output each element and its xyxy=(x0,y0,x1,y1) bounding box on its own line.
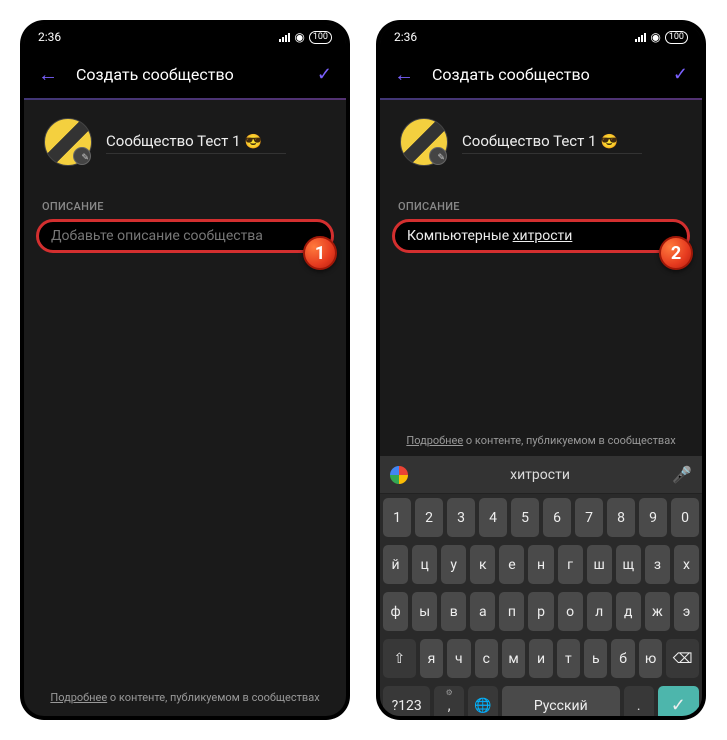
key-м[interactable]: м xyxy=(502,639,525,678)
callout-badge-2: 2 xyxy=(659,236,693,270)
edit-avatar-icon[interactable]: ✎ xyxy=(81,153,89,163)
footer-link[interactable]: Подробнее о контенте, публикуемом в сооб… xyxy=(24,685,346,710)
key-⌫[interactable]: ⌫ xyxy=(666,639,699,678)
key-т[interactable]: т xyxy=(557,639,580,678)
key-щ[interactable]: щ xyxy=(616,545,641,584)
clock: 2:36 xyxy=(38,30,61,44)
key-3[interactable]: 3 xyxy=(447,498,475,537)
key-8[interactable]: 8 xyxy=(607,498,635,537)
key-ж[interactable]: ж xyxy=(645,592,670,631)
key-е[interactable]: е xyxy=(499,545,524,584)
description-input[interactable]: Добавьте описание сообщества 1 xyxy=(36,219,334,253)
key-з[interactable]: з xyxy=(645,545,670,584)
key-й[interactable]: й xyxy=(383,545,408,584)
key-2[interactable]: 2 xyxy=(415,498,443,537)
community-name-input[interactable]: Сообщество Тест 1 xyxy=(106,132,241,150)
battery-icon: 100 xyxy=(665,31,688,44)
community-name-input[interactable]: Сообщество Тест 1 xyxy=(462,132,597,150)
key-ш[interactable]: ш xyxy=(587,545,612,584)
key-ы[interactable]: ы xyxy=(412,592,437,631)
description-input[interactable]: Компьютерные хитрости 2 xyxy=(392,219,690,253)
key-ч[interactable]: ч xyxy=(447,639,470,678)
key-г[interactable]: г xyxy=(558,545,583,584)
key-л[interactable]: л xyxy=(587,592,612,631)
suggestion[interactable]: хитрости xyxy=(418,467,662,483)
avatar[interactable]: ✎ xyxy=(44,118,92,166)
back-button[interactable]: ← xyxy=(38,62,58,87)
status-bar: 2:36 ◉ 100 xyxy=(380,24,702,50)
phone-left: 2:36 ◉ 100 ← Создать сообщество ✓ ✎ Сооб… xyxy=(20,20,350,720)
key-?123[interactable]: ?123 xyxy=(383,686,430,716)
key-9[interactable]: 9 xyxy=(639,498,667,537)
key-в[interactable]: в xyxy=(441,592,466,631)
key-6[interactable]: 6 xyxy=(543,498,571,537)
key-э[interactable]: э xyxy=(674,592,699,631)
key-1[interactable]: 1 xyxy=(383,498,411,537)
emoji-icon: 😎 xyxy=(245,134,262,150)
wifi-icon: ◉ xyxy=(294,30,304,44)
key-к[interactable]: к xyxy=(470,545,495,584)
page-title: Создать сообщество xyxy=(432,65,655,84)
keyboard[interactable]: хитрости 🎤 1234567890 йцукенгшщзх фывапр… xyxy=(380,456,702,716)
key-5[interactable]: 5 xyxy=(511,498,539,537)
mic-icon[interactable]: 🎤 xyxy=(672,465,692,484)
status-bar: 2:36 ◉ 100 xyxy=(24,24,346,50)
wifi-icon: ◉ xyxy=(650,30,660,44)
key-х[interactable]: х xyxy=(674,545,699,584)
header: ← Создать сообщество ✓ xyxy=(24,50,346,98)
key-✓[interactable]: ✓ xyxy=(658,686,699,716)
description-label: ОПИСАНИЕ xyxy=(24,184,346,219)
key-ю[interactable]: ю xyxy=(639,639,662,678)
community-name-row: ✎ Сообщество Тест 1 😎 xyxy=(380,100,702,184)
signal-icon xyxy=(279,33,290,42)
key-о[interactable]: о xyxy=(558,592,583,631)
phone-right: 2:36 ◉ 100 ← Создать сообщество ✓ ✎ Сооб… xyxy=(376,20,706,720)
edit-avatar-icon[interactable]: ✎ xyxy=(437,153,445,163)
key-ф[interactable]: ф xyxy=(383,592,408,631)
key-и[interactable]: и xyxy=(529,639,552,678)
key-ь[interactable]: ь xyxy=(584,639,607,678)
key-у[interactable]: у xyxy=(441,545,466,584)
key-с[interactable]: с xyxy=(475,639,498,678)
description-label: ОПИСАНИЕ xyxy=(380,184,702,219)
key-п[interactable]: п xyxy=(499,592,524,631)
header: ← Создать сообщество ✓ xyxy=(380,50,702,98)
key-н[interactable]: н xyxy=(528,545,553,584)
key-4[interactable]: 4 xyxy=(479,498,507,537)
battery-icon: 100 xyxy=(309,31,332,44)
key-🌐[interactable]: 🌐 xyxy=(468,686,498,716)
key-,[interactable]: , xyxy=(434,686,464,716)
back-button[interactable]: ← xyxy=(394,62,414,87)
confirm-button[interactable]: ✓ xyxy=(673,64,688,85)
clock: 2:36 xyxy=(394,30,417,44)
key-б[interactable]: б xyxy=(611,639,634,678)
key-.[interactable]: . xyxy=(624,686,654,716)
callout-badge-1: 1 xyxy=(303,236,337,270)
key-Русский[interactable]: Русский xyxy=(502,686,620,716)
signal-icon xyxy=(635,33,646,42)
key-⇧[interactable]: ⇧ xyxy=(383,639,416,678)
emoji-icon: 😎 xyxy=(601,134,618,150)
key-р[interactable]: р xyxy=(528,592,553,631)
google-icon[interactable] xyxy=(390,466,408,484)
key-ц[interactable]: ц xyxy=(412,545,437,584)
key-0[interactable]: 0 xyxy=(671,498,699,537)
footer-link[interactable]: Подробнее о контенте, публикуемом в сооб… xyxy=(380,430,702,451)
key-я[interactable]: я xyxy=(420,639,443,678)
page-title: Создать сообщество xyxy=(76,65,299,84)
key-а[interactable]: а xyxy=(470,592,495,631)
key-7[interactable]: 7 xyxy=(575,498,603,537)
confirm-button[interactable]: ✓ xyxy=(317,64,332,85)
avatar[interactable]: ✎ xyxy=(400,118,448,166)
community-name-row: ✎ Сообщество Тест 1 😎 xyxy=(24,100,346,184)
key-д[interactable]: д xyxy=(616,592,641,631)
